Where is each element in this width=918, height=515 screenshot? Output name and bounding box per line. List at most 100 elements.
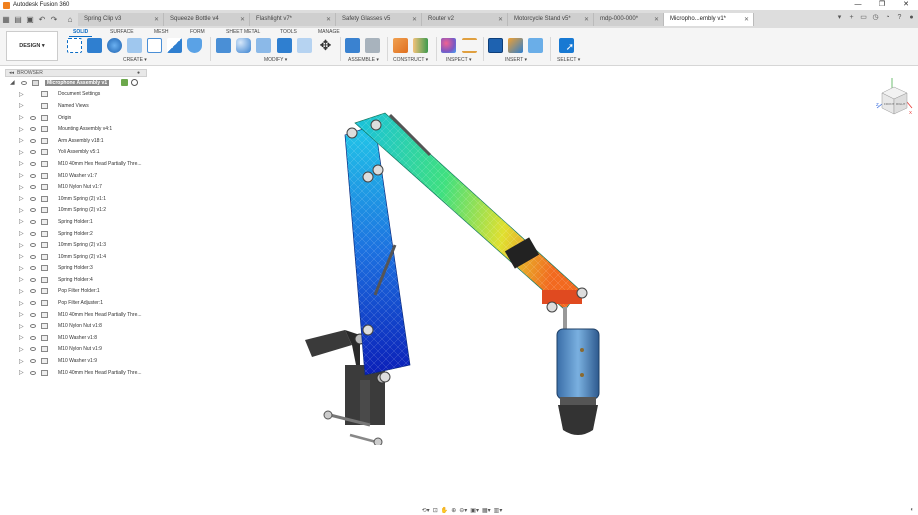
scale-icon[interactable] [297,38,312,53]
visibility-eye-icon[interactable] [30,312,36,317]
visibility-eye-icon[interactable] [30,277,36,282]
expand-arrow-icon[interactable]: ▷ [19,300,24,307]
browser-item[interactable]: ▷ 10mm Spring (2) v1:4 [5,251,147,263]
viewcube-icon[interactable]: Z X FRONT RIGHT [874,76,914,116]
visibility-eye-icon[interactable] [30,231,36,236]
browser-item[interactable]: ▷ Spring Holder:2 [5,228,147,240]
revolve-icon[interactable] [107,38,122,53]
orbit-icon[interactable]: ⟲▾ [422,507,430,514]
hole-icon[interactable] [127,38,142,53]
pattern-icon[interactable] [147,38,162,53]
browser-item[interactable]: ▷ M10 40mm Hex Head Partially Thre... [5,158,147,170]
tab-document-1[interactable]: Squeeze Bottle v4 ✕ [164,12,250,26]
press-pull-icon[interactable] [216,38,231,53]
help-icon[interactable]: ? [895,13,904,22]
expand-arrow-icon[interactable]: ▷ [19,265,24,272]
expand-arrow-icon[interactable]: ▷ [19,137,24,144]
tab-document-2[interactable]: Flashlight v7* ✕ [250,12,336,26]
expand-arrow-icon[interactable]: ▷ [19,207,24,214]
visibility-eye-icon[interactable] [30,266,36,271]
insert-image-icon[interactable] [488,38,503,53]
tab-surface[interactable]: SURFACE [110,29,134,35]
display-settings-icon[interactable]: ▣▾ [470,507,479,514]
browser-item[interactable]: ▷ Pop Filter Holder:1 [5,286,147,298]
joint-icon[interactable] [345,38,360,53]
look-at-icon[interactable]: ⊡ [433,507,438,514]
close-tab-icon[interactable]: ✕ [654,16,659,23]
expand-arrow-icon[interactable]: ▷ [19,184,24,191]
close-tab-icon[interactable]: ✕ [154,16,159,23]
visibility-eye-icon[interactable] [30,185,36,190]
chamfer-icon[interactable] [256,38,271,53]
tab-solid[interactable]: SOLID [68,29,93,37]
visibility-eye-icon[interactable] [30,370,36,375]
expand-arrow-icon[interactable]: ▷ [19,288,24,295]
expand-arrow-icon[interactable]: ▷ [19,218,24,225]
new-tab-icon[interactable]: + [847,13,856,22]
browser-item[interactable]: ▷ Arm Assembly v18:1 [5,135,147,147]
browser-item[interactable]: ▷ Spring Holder:4 [5,274,147,286]
browser-item[interactable]: ▷ Pop Filter Adjuster:1 [5,297,147,309]
extensions-icon[interactable]: ▭ [859,13,868,22]
loft-icon[interactable] [167,38,182,53]
construct-group-label[interactable]: CONSTRUCT ▾ [393,57,428,63]
create-group-label[interactable]: CREATE ▾ [123,57,147,63]
extrude-icon[interactable] [87,38,102,53]
visibility-eye-icon[interactable] [30,127,36,132]
browser-item[interactable]: ▷ M10 Nylon Nut v1:8 [5,320,147,332]
expand-arrow-icon[interactable]: ▷ [19,311,24,318]
minimize-button[interactable]: — [846,0,870,10]
expand-arrow-icon[interactable]: ▷ [19,242,24,249]
insert-group-label[interactable]: INSERT ▾ [505,57,527,63]
browser-header[interactable]: ◂◂ BROWSER ● [5,69,147,77]
tab-overflow-icon[interactable]: ▾ [835,13,844,22]
browser-item[interactable]: ▷ Spring Holder:3 [5,263,147,275]
save-icon[interactable]: ▣ [24,12,36,26]
decal-icon[interactable] [528,38,543,53]
browser-item[interactable]: ▷ Origin [5,112,147,124]
collapse-icon[interactable]: ◂◂ [9,70,14,76]
visibility-eye-icon[interactable] [30,173,36,178]
tab-document-6[interactable]: mdp-000-000* ✕ [594,12,664,26]
insert-mesh-icon[interactable] [508,38,523,53]
shell-icon[interactable] [187,38,202,53]
viewport-3d-model[interactable] [290,95,620,445]
zoom-icon[interactable]: ⊕ [451,507,456,514]
visibility-eye-icon[interactable] [30,196,36,201]
browser-root-row[interactable]: ◢ Microphone Assembly v1 [5,77,147,89]
grid-menu-icon[interactable]: ▦ [0,12,12,26]
collapse-arrow-icon[interactable]: ◢ [10,79,15,86]
tab-form[interactable]: FORM [190,29,205,35]
browser-item[interactable]: ▷ Yoli Assembly v5:1 [5,147,147,159]
close-tab-icon[interactable]: ✕ [744,16,749,23]
expand-arrow-icon[interactable]: ▷ [19,126,24,133]
browser-item[interactable]: ▷ M10 40mm Hex Head Partially Thre... [5,309,147,321]
visibility-eye-icon[interactable] [30,347,36,352]
browser-item[interactable]: ▷ M10 Washer v1:7 [5,170,147,182]
browser-item[interactable]: ▷ Spring Holder:1 [5,216,147,228]
expand-arrow-icon[interactable]: ▷ [19,91,24,98]
visibility-eye-icon[interactable] [30,161,36,166]
move-icon[interactable]: ✥ [318,38,333,53]
account-icon[interactable]: ● [907,13,916,22]
undo-icon[interactable]: ↶ [36,12,48,26]
home-icon[interactable]: ⌂ [64,12,76,26]
expand-arrow-icon[interactable]: ▷ [19,230,24,237]
browser-options-icon[interactable]: ● [137,70,140,76]
tab-tools[interactable]: TOOLS [280,29,297,35]
browser-item[interactable]: ▷ Named Views [5,100,147,112]
offset-plane-icon[interactable] [393,38,408,53]
assemble-group-label[interactable]: ASSEMBLE ▾ [348,57,379,63]
expand-arrow-icon[interactable]: ▷ [19,149,24,156]
fit-icon[interactable]: ⊖▾ [459,507,467,514]
analysis-icon[interactable] [441,38,456,53]
fillet-icon[interactable] [236,38,251,53]
expand-arrow-icon[interactable]: ▷ [19,369,24,376]
browser-item[interactable]: ▷ 10mm Spring (2) v1:2 [5,205,147,217]
modify-group-label[interactable]: MODIFY ▾ [264,57,287,63]
redo-icon[interactable]: ↷ [48,12,60,26]
browser-item[interactable]: ▷ Mounting Assembly v4:1 [5,123,147,135]
visibility-eye-icon[interactable] [30,324,36,329]
browser-item[interactable]: ▷ 10mm Spring (2) v1:3 [5,239,147,251]
browser-item[interactable]: ▷ M10 40mm Hex Head Partially Thre... [5,367,147,379]
